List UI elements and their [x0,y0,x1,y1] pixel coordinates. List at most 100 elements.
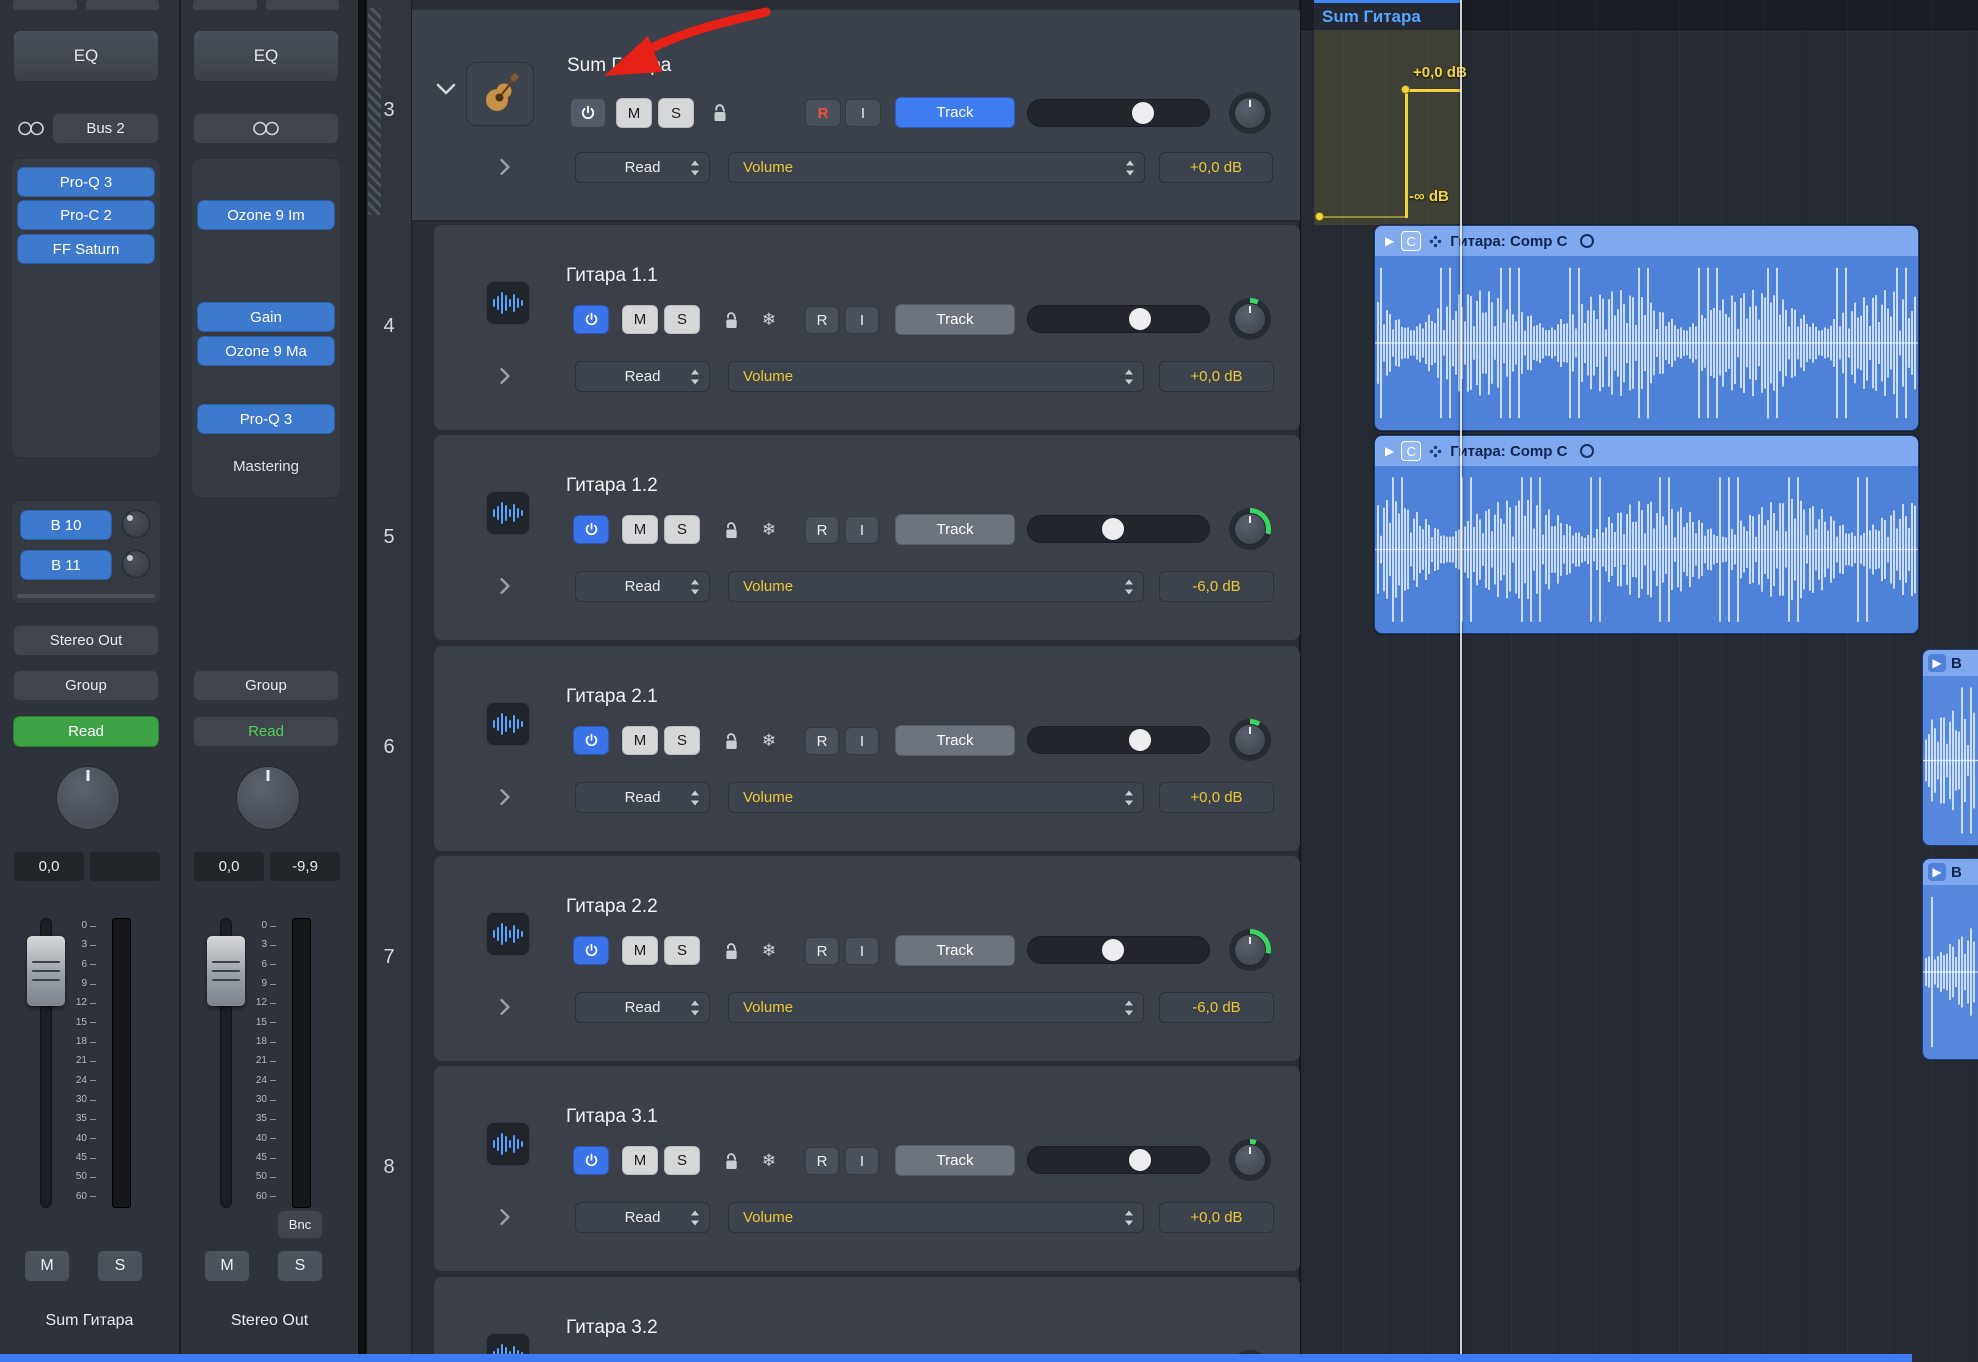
volume-slider-knob[interactable] [1129,308,1151,330]
input-monitor-button[interactable]: I [845,937,879,965]
solo-button[interactable]: S [658,98,694,128]
plugin-slot[interactable]: Ozone 9 Ma [197,336,335,366]
mute-button[interactable]: M [622,1146,658,1175]
automation-parameter-dropdown[interactable]: Volume [728,992,1144,1023]
track-power-button[interactable] [573,1146,609,1175]
track-power-button[interactable] [573,515,609,544]
mute-button[interactable]: M [24,1250,70,1282]
send-level-knob[interactable] [122,550,150,578]
volume-slider-knob[interactable] [1102,939,1124,961]
automation-node[interactable] [1315,212,1324,221]
volume-slider[interactable] [1027,1146,1210,1174]
audio-region-partial[interactable]: ▶ B [1922,858,1978,1060]
format-slot[interactable] [193,113,339,144]
automation-parameter-dropdown[interactable]: Volume [728,361,1144,392]
automation-mode-slot[interactable]: Read [13,716,159,747]
region-body[interactable] [1375,256,1918,430]
freeze-icon[interactable]: ❄ [756,516,782,544]
chevron-right-icon[interactable] [498,577,512,595]
pan-knob[interactable] [1229,719,1271,761]
plugin-slot[interactable]: Pro-C 2 [17,200,155,230]
volume-slider[interactable] [1027,936,1210,964]
record-enable-button[interactable]: R [805,516,839,544]
mute-button[interactable]: M [616,98,652,128]
automation-mode-dropdown[interactable]: Read [575,1202,710,1233]
track-alternatives-button[interactable]: Track [895,304,1015,335]
volume-slider[interactable] [1027,305,1210,333]
lock-icon[interactable] [718,727,744,755]
output-slot[interactable]: Stereo Out [13,625,159,656]
track-name-tab[interactable]: Sum Гитара [1314,0,1461,30]
strip-top-slot[interactable] [13,0,77,10]
play-icon[interactable]: ▶ [1928,863,1946,881]
input-monitor-button[interactable]: I [845,727,879,755]
bounce-button[interactable]: Bnc [277,1210,323,1239]
plugin-slot[interactable]: Pro-Q 3 [17,167,155,197]
automation-line-ramp[interactable] [1405,90,1408,218]
track-name[interactable]: Sum Гитара [567,52,671,80]
record-enable-button[interactable]: R [805,727,839,755]
stereo-format-icon[interactable] [16,121,46,136]
lock-icon[interactable] [718,1147,744,1175]
chevron-right-icon[interactable] [498,788,512,806]
record-enable-button[interactable]: R [805,306,839,334]
pan-value[interactable]: 0,0 [194,852,264,881]
play-icon[interactable]: ▶ [1385,445,1394,457]
chevron-right-icon[interactable] [498,1208,512,1226]
track-row[interactable]: Гитара 1.2 M S ❄ R I Track [434,435,1300,640]
automation-parameter-dropdown[interactable]: Volume [728,1202,1144,1233]
input-monitor-button[interactable]: I [845,516,879,544]
strip-top-slot[interactable] [193,0,257,10]
comp-badge[interactable]: C [1401,441,1421,461]
automation-value[interactable]: +0,0 dB [1159,361,1274,392]
automation-value[interactable]: +0,0 dB [1159,1202,1274,1233]
pan-knob[interactable] [1229,298,1271,340]
automation-mode-slot[interactable]: Read [193,716,339,747]
automation-value[interactable]: +0,0 dB [1159,152,1273,183]
track-icon[interactable] [486,1122,530,1166]
send-level-knob[interactable] [122,510,150,538]
strip-top-slot[interactable] [266,0,339,10]
region-body[interactable] [1923,885,1978,1059]
plugin-slot[interactable]: Gain [197,302,335,332]
input-monitor-button[interactable]: I [845,1147,879,1175]
track-alternatives-button[interactable]: Track [895,725,1015,756]
track-name[interactable]: Гитара 1.2 [566,472,658,500]
track-power-button[interactable] [570,98,606,128]
loop-icon[interactable] [1580,444,1594,458]
volume-slider[interactable] [1027,99,1210,127]
send-slot[interactable]: B 10 [20,510,112,540]
track-alternatives-button[interactable]: Track [895,514,1015,545]
track-icon[interactable] [486,281,530,325]
disclosure-chevron-icon[interactable] [434,82,458,96]
gain-value[interactable]: -9,9 [270,852,340,881]
track-name[interactable]: Гитара 3.1 [566,1103,658,1131]
lock-icon[interactable] [718,306,744,334]
panel-divider[interactable] [358,0,366,1362]
automation-mode-dropdown[interactable]: Read [575,992,710,1023]
track-name[interactable]: Гитара 2.1 [566,683,658,711]
track-power-button[interactable] [573,726,609,755]
play-icon[interactable]: ▶ [1385,235,1394,247]
chevron-right-icon[interactable] [498,367,512,385]
automation-node[interactable] [1401,85,1410,94]
solo-button[interactable]: S [664,726,700,755]
solo-button[interactable]: S [664,936,700,965]
track-power-button[interactable] [573,936,609,965]
pan-knob[interactable] [1229,508,1271,550]
track-alternatives-button[interactable]: Track [895,1145,1015,1176]
strip-top-slot[interactable] [86,0,159,10]
record-enable-button[interactable]: R [805,99,841,127]
region-header[interactable]: ▶ C Гитара: Comp C [1375,226,1918,256]
pan-knob[interactable] [1229,929,1271,971]
pan-value[interactable]: 0,0 [14,852,84,881]
track-name[interactable]: Гитара 3.2 [566,1314,658,1342]
automation-mode-dropdown[interactable]: Read [575,361,710,392]
track-icon[interactable] [486,912,530,956]
arrange-area[interactable]: Sum Гитара +0,0 dB -∞ dB ▶ C Гитара: Com… [1300,0,1978,1362]
freeze-icon[interactable]: ❄ [756,937,782,965]
automation-value[interactable]: +0,0 dB [1159,782,1274,813]
eq-display[interactable]: EQ [13,30,159,82]
automation-mode-dropdown[interactable]: Read [575,782,710,813]
audio-region[interactable]: ▶ C Гитара: Comp C [1374,225,1919,431]
